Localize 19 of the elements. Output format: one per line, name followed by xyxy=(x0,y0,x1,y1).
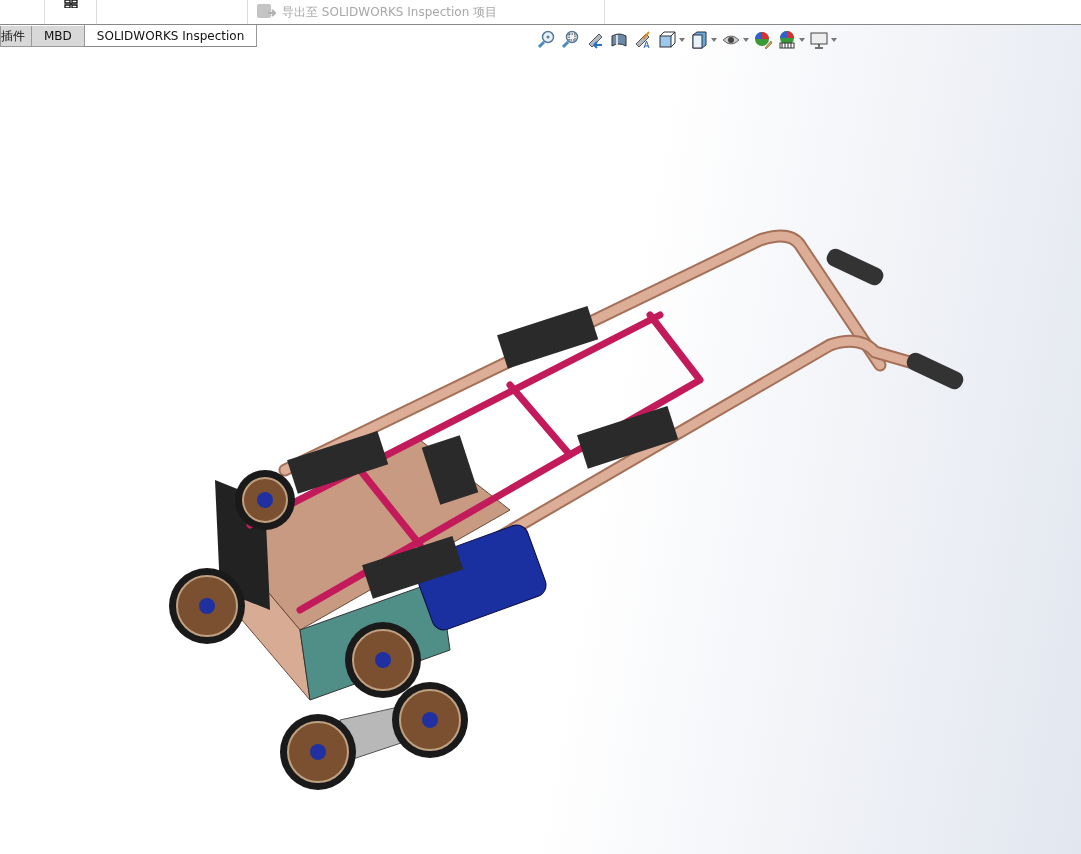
color-wheel-pencil-icon[interactable] xyxy=(753,30,773,50)
caret-icon[interactable] xyxy=(711,38,717,42)
section-view-icon[interactable] xyxy=(609,30,629,50)
cube-icon[interactable] xyxy=(657,30,677,50)
caret-icon[interactable] xyxy=(831,38,837,42)
monitor-icon[interactable] xyxy=(809,30,829,50)
ribbon-command-icon[interactable] xyxy=(63,0,78,8)
tab[interactable]: SOLIDWORKS Inspection xyxy=(83,25,258,47)
caret-icon[interactable] xyxy=(799,38,805,42)
caret-icon[interactable] xyxy=(743,38,749,42)
annotation-icon[interactable] xyxy=(633,30,653,50)
display-style-icon[interactable] xyxy=(689,30,709,50)
export-icon xyxy=(256,3,276,21)
zoom-area-icon[interactable] xyxy=(561,30,581,50)
tab[interactable]: 插件 xyxy=(0,26,32,47)
color-wheel-scene-icon[interactable] xyxy=(777,30,797,50)
tab[interactable]: MBD xyxy=(31,26,85,47)
zoom-fit-icon[interactable] xyxy=(537,30,557,50)
caret-icon[interactable] xyxy=(679,38,685,42)
